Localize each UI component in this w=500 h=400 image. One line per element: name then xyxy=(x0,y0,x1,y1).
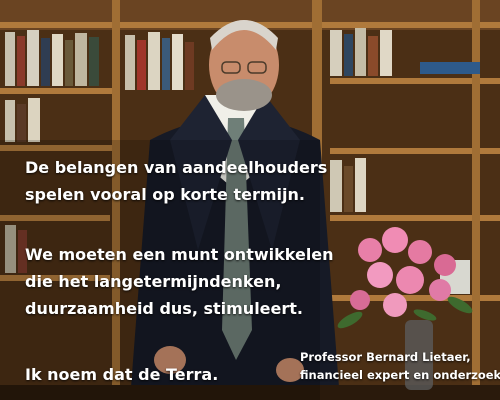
speaker-credit: Professor Bernard Lietaer, financieel ex… xyxy=(300,348,500,384)
quote-block-3: Ik noem dat de Terra. xyxy=(25,361,218,388)
quote-line: We moeten een munt ontwikkelen xyxy=(25,245,334,264)
quote-line: duurzaamheid dus, stimuleert. xyxy=(25,299,303,318)
quote-card: De belangen van aandeelhouders spelen vo… xyxy=(0,0,500,400)
quote-block-1: De belangen van aandeelhouders spelen vo… xyxy=(25,154,327,208)
quote-line: spelen vooral op korte termijn. xyxy=(25,185,305,204)
speaker-name: Professor Bernard Lietaer, xyxy=(300,350,471,364)
quote-line: die het langetermijndenken, xyxy=(25,272,282,291)
speaker-role: financieel expert en onderzoeker xyxy=(300,368,500,382)
quote-line: Ik noem dat de Terra. xyxy=(25,365,219,384)
quote-line: De belangen van aandeelhouders xyxy=(25,158,328,177)
quote-block-2: We moeten een munt ontwikkelen die het l… xyxy=(25,241,334,322)
